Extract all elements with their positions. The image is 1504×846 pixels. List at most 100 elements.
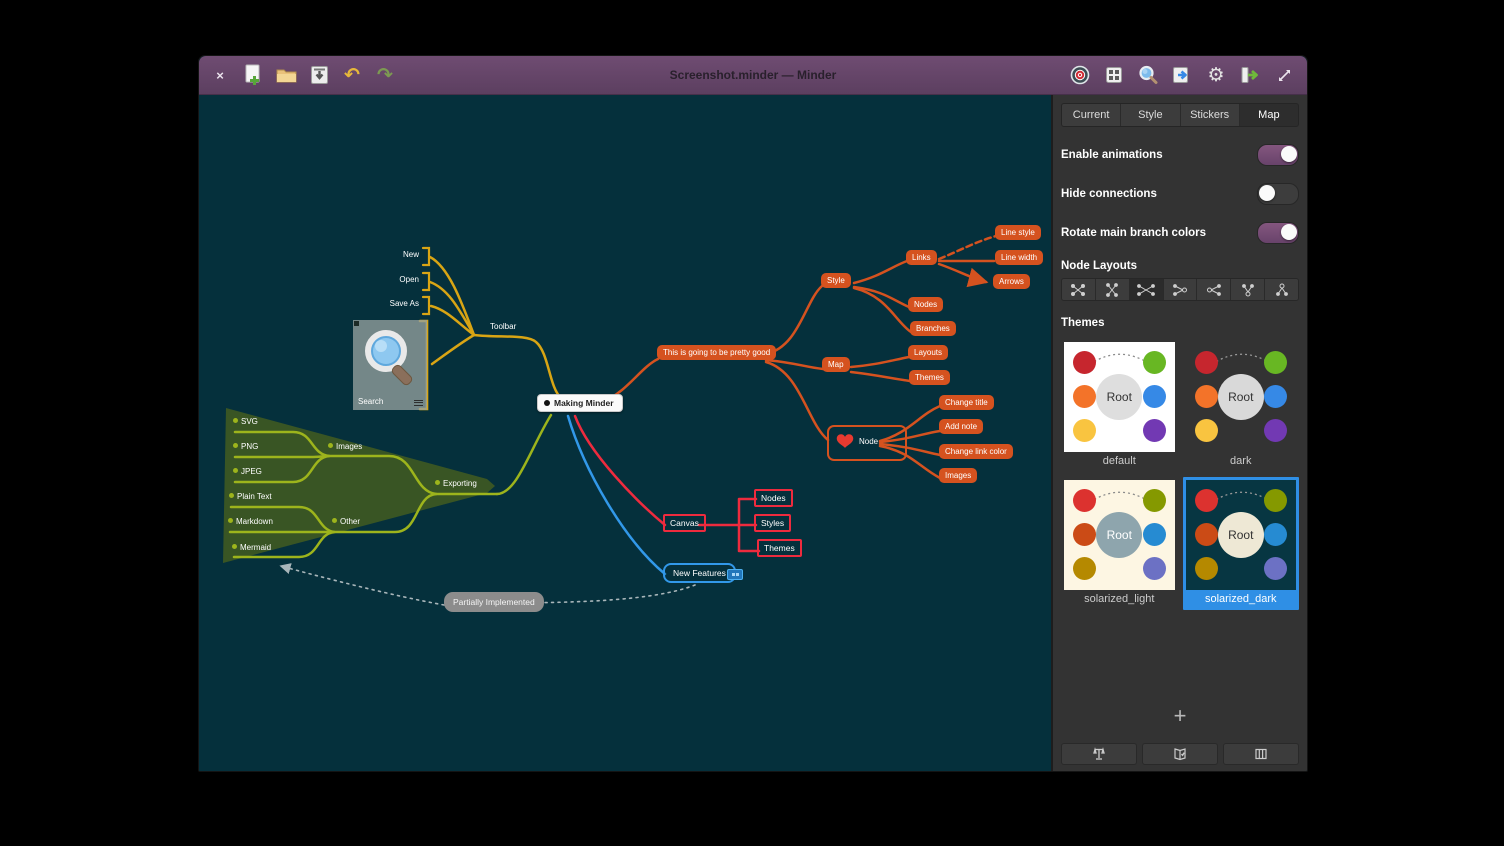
node-images[interactable]: Images xyxy=(939,468,977,483)
fullscreen-icon xyxy=(1276,67,1293,84)
layout-manual-button[interactable] xyxy=(1062,279,1096,300)
node-style[interactable]: Style xyxy=(821,273,851,288)
fold-columns-button[interactable] xyxy=(1223,743,1299,765)
node-style-nodes[interactable]: Nodes xyxy=(908,297,943,312)
node-other[interactable]: Other xyxy=(332,517,360,527)
focus-mode-button[interactable] xyxy=(1069,63,1091,87)
node-layouts-title: Node Layouts xyxy=(1061,260,1299,272)
node-search-image[interactable]: Search xyxy=(353,320,427,410)
balance-nodes-button[interactable] xyxy=(1061,743,1137,765)
node-mermaid[interactable]: Mermaid xyxy=(232,543,271,553)
node-style-branches[interactable]: Branches xyxy=(910,321,956,336)
mindmap-canvas[interactable]: Making Minder Toolbar New Open Save As S… xyxy=(199,95,1051,771)
hide-connections-toggle[interactable] xyxy=(1257,183,1299,205)
validate-notes-button[interactable] xyxy=(1142,743,1218,765)
layout-upwards-button[interactable] xyxy=(1231,279,1265,300)
tab-map[interactable]: Map xyxy=(1240,104,1298,126)
node-node[interactable]: Node xyxy=(827,425,907,461)
node-markdown[interactable]: Markdown xyxy=(228,517,273,527)
settings-button[interactable]: ⚙ xyxy=(1205,63,1227,87)
node-map-layouts[interactable]: Layouts xyxy=(908,345,948,360)
link-indicator-icon[interactable] xyxy=(727,569,743,580)
new-document-button[interactable] xyxy=(242,63,264,87)
theme-solarized-light[interactable]: Root solarized_light xyxy=(1061,477,1178,610)
node-toolbar[interactable]: Toolbar xyxy=(490,322,516,332)
node-links[interactable]: Links xyxy=(906,250,937,265)
node-change-link-color[interactable]: Change link color xyxy=(939,444,1013,459)
columns-icon xyxy=(1254,747,1268,761)
open-folder-button[interactable] xyxy=(275,63,297,87)
sidebar-footer-buttons xyxy=(1061,743,1299,765)
node-root[interactable]: Making Minder xyxy=(537,394,623,412)
theme-solarized-dark[interactable]: Root solarized_dark xyxy=(1183,477,1300,610)
bullet-icon xyxy=(332,518,337,523)
bullet-icon xyxy=(228,518,233,523)
layout-downwards-button[interactable] xyxy=(1265,279,1298,300)
node-map[interactable]: Map xyxy=(822,357,850,372)
undo-icon: ↶ xyxy=(344,66,360,85)
theme-default[interactable]: Root default xyxy=(1061,339,1178,472)
tab-current[interactable]: Current xyxy=(1062,104,1121,126)
export-button[interactable] xyxy=(1239,63,1261,87)
node-open[interactable]: Open xyxy=(359,275,419,285)
bullet-icon xyxy=(233,468,238,473)
node-change-title[interactable]: Change title xyxy=(939,395,994,410)
node-svg[interactable]: SVG xyxy=(233,417,258,427)
layout-to-right-button[interactable] xyxy=(1197,279,1231,300)
search-zoom-button[interactable] xyxy=(1137,63,1159,87)
share-image-icon xyxy=(1172,66,1192,84)
node-canvas-nodes[interactable]: Nodes xyxy=(754,489,793,507)
tab-style[interactable]: Style xyxy=(1121,104,1180,126)
bullet-icon xyxy=(328,443,333,448)
sidebar-tabs: Current Style Stickers Map xyxy=(1061,103,1299,127)
rotate-branch-colors-toggle[interactable] xyxy=(1257,222,1299,244)
node-exporting[interactable]: Exporting xyxy=(435,479,477,489)
node-arrows[interactable]: Arrows xyxy=(993,274,1030,289)
theme-name: solarized_dark xyxy=(1186,590,1297,607)
mindmap-connections xyxy=(199,95,1051,771)
node-canvas[interactable]: Canvas xyxy=(663,514,706,532)
theme-root-circle: Root xyxy=(1218,374,1264,420)
root-bullet-icon xyxy=(544,400,550,406)
layout-to-left-button[interactable] xyxy=(1164,279,1198,300)
close-button[interactable]: × xyxy=(209,63,231,87)
settings-gear-icon: ⚙ xyxy=(1207,66,1224,85)
fullscreen-button[interactable] xyxy=(1273,63,1295,87)
node-line-style[interactable]: Line style xyxy=(995,225,1041,240)
node-layouts-group xyxy=(1061,278,1299,301)
enable-animations-toggle[interactable] xyxy=(1257,144,1299,166)
undo-button[interactable]: ↶ xyxy=(341,63,363,87)
sidebar: Current Style Stickers Map Enable animat… xyxy=(1051,95,1307,771)
theme-dark[interactable]: Root dark xyxy=(1183,339,1300,472)
node-plain-text[interactable]: Plain Text xyxy=(229,492,272,502)
export-file-icon xyxy=(1240,66,1260,84)
tab-stickers[interactable]: Stickers xyxy=(1181,104,1240,126)
node-canvas-themes[interactable]: Themes xyxy=(757,539,802,557)
node-partially-implemented[interactable]: Partially Implemented xyxy=(444,592,544,612)
node-png[interactable]: PNG xyxy=(233,442,258,452)
layout-vertical-button[interactable] xyxy=(1096,279,1130,300)
save-document-button[interactable] xyxy=(308,63,330,87)
node-jpeg[interactable]: JPEG xyxy=(233,467,262,477)
node-save-as[interactable]: Save As xyxy=(359,299,419,309)
node-pretty-good[interactable]: This is going to be pretty good xyxy=(657,345,776,360)
layout-horizontal-button[interactable] xyxy=(1130,279,1164,300)
redo-button[interactable]: ↷ xyxy=(374,63,396,87)
search-image-caption: Search xyxy=(358,397,383,406)
node-canvas-styles[interactable]: Styles xyxy=(754,514,791,532)
node-exp-images[interactable]: Images xyxy=(328,442,362,452)
rotate-branch-colors-label: Rotate main branch colors xyxy=(1061,227,1206,239)
node-new-features[interactable]: New Features xyxy=(663,563,736,583)
note-lines-icon xyxy=(414,398,423,406)
node-add-note[interactable]: Add note xyxy=(939,419,983,434)
heart-icon xyxy=(834,431,856,450)
layout-upwards-icon xyxy=(1242,283,1254,297)
focus-mode-icon xyxy=(1070,65,1090,85)
overview-grid-button[interactable] xyxy=(1103,63,1125,87)
node-line-width[interactable]: Line width xyxy=(995,250,1043,265)
share-image-button[interactable] xyxy=(1171,63,1193,87)
node-new[interactable]: New xyxy=(359,250,419,260)
redo-icon: ↷ xyxy=(377,66,393,85)
node-map-themes[interactable]: Themes xyxy=(909,370,950,385)
add-theme-button[interactable]: + xyxy=(1154,699,1207,733)
